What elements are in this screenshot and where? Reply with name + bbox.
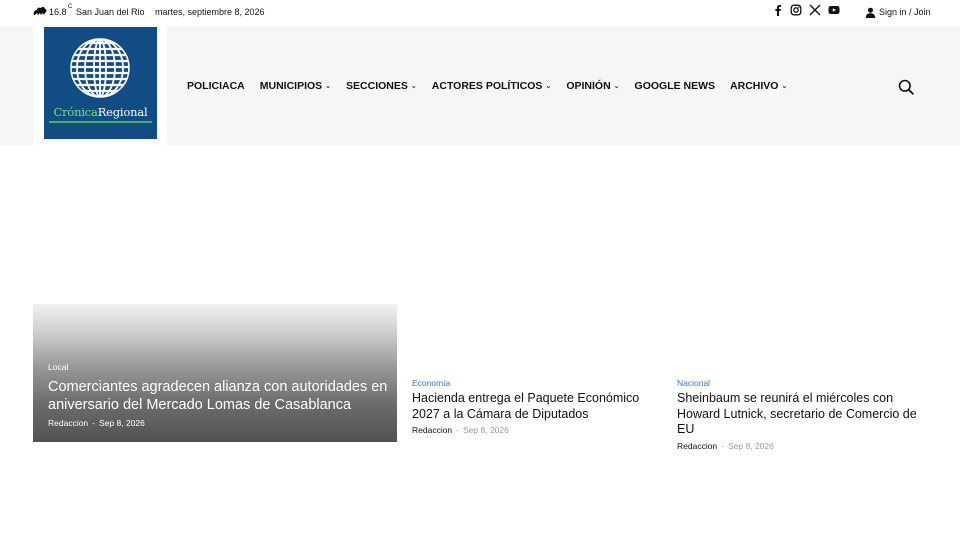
site-logo[interactable]: CrónicaRegional bbox=[44, 27, 157, 139]
site-header: CrónicaRegional POLICIACA MUNICIPIOS ⌄ SE… bbox=[0, 26, 960, 145]
logo-name-part1: Crónica bbox=[53, 105, 98, 119]
logo-name-part2: Regional bbox=[97, 105, 148, 119]
article-meta: Redaccion - Sep 8, 2026 bbox=[677, 441, 927, 451]
article-author[interactable]: Redaccion bbox=[412, 425, 452, 435]
article-meta: Redaccion - Sep 8, 2026 bbox=[48, 418, 145, 428]
nav-item-archivo[interactable]: ARCHIVO ⌄ bbox=[730, 80, 787, 92]
logo-link[interactable]: CrónicaRegional bbox=[33, 26, 167, 145]
nav-item-label: ARCHIVO bbox=[730, 80, 779, 92]
globe-icon bbox=[70, 38, 130, 98]
article-meta: Redaccion - Sep 8, 2026 bbox=[412, 425, 652, 435]
weather-icon bbox=[33, 6, 47, 15]
nav-item-label: GOOGLE NEWS bbox=[634, 80, 716, 92]
nav-item-label: ACTORES POLÍTICOS bbox=[431, 80, 543, 92]
chevron-down-icon: ⌄ bbox=[781, 83, 788, 90]
nav-item-municipios[interactable]: MUNICIPIOS ⌄ bbox=[260, 80, 331, 92]
nav-item-opinion[interactable]: OPINIÓN ⌄ bbox=[566, 80, 619, 92]
user-icon[interactable] bbox=[865, 7, 876, 18]
article-title[interactable]: Hacienda entrega el Paquete Económico 20… bbox=[412, 391, 652, 422]
meta-separator: - bbox=[456, 425, 460, 435]
main-nav: POLICIACA MUNICIPIOS ⌄ SECCIONES ⌄ ACTORES… bbox=[187, 79, 787, 93]
article-category[interactable]: Economía bbox=[412, 378, 652, 388]
city-name: San Juan del Rio bbox=[76, 7, 145, 17]
article-author[interactable]: Redaccion bbox=[677, 441, 717, 451]
featured-article[interactable]: Local Comerciantes agradecen alianza con… bbox=[33, 304, 397, 442]
nav-item-label: SECCIONES bbox=[346, 80, 408, 92]
article-card: Economía Hacienda entrega el Paquete Eco… bbox=[412, 378, 652, 435]
article-title[interactable]: Sheinbaum se reunirá el miércoles con Ho… bbox=[677, 391, 927, 438]
nav-item-label: OPINIÓN bbox=[566, 80, 611, 92]
chevron-down-icon: ⌄ bbox=[545, 83, 552, 90]
logo-tagline-stripe bbox=[49, 121, 152, 123]
youtube-icon[interactable] bbox=[828, 4, 840, 16]
chevron-down-icon: ⌄ bbox=[410, 83, 417, 90]
instagram-icon[interactable] bbox=[790, 4, 802, 16]
current-date: martes, septiembre 8, 2026 bbox=[155, 7, 265, 17]
facebook-icon[interactable] bbox=[772, 4, 784, 16]
nav-item-policiaca[interactable]: POLICIACA bbox=[187, 80, 245, 92]
meta-separator: - bbox=[721, 440, 725, 451]
article-title[interactable]: Comerciantes agradecen alianza con autor… bbox=[48, 378, 388, 414]
nav-item-actores-politicos[interactable]: ACTORES POLÍTICOS ⌄ bbox=[432, 80, 552, 92]
article-date: Sep 8, 2026 bbox=[463, 425, 509, 435]
temperature-unit: C bbox=[68, 4, 73, 10]
signin-link[interactable]: Sign in / Join bbox=[879, 7, 931, 17]
chevron-down-icon: ⌄ bbox=[325, 83, 332, 90]
article-category[interactable]: Nacional bbox=[677, 378, 927, 388]
article-date: Sep 8, 2026 bbox=[728, 440, 774, 451]
nav-item-google-news[interactable]: GOOGLE NEWS bbox=[635, 80, 716, 92]
temperature: 16.8 bbox=[49, 7, 67, 17]
article-author[interactable]: Redaccion bbox=[48, 418, 88, 428]
chevron-down-icon: ⌄ bbox=[613, 83, 620, 90]
nav-item-label: MUNICIPIOS bbox=[259, 80, 323, 92]
search-icon[interactable] bbox=[898, 79, 914, 95]
article-card: Nacional Sheinbaum se reunirá el miércol… bbox=[677, 378, 927, 451]
article-category[interactable]: Local bbox=[48, 362, 68, 372]
meta-separator: - bbox=[92, 418, 96, 428]
nav-item-secciones[interactable]: SECCIONES ⌄ bbox=[346, 80, 417, 92]
article-date: Sep 8, 2026 bbox=[99, 418, 145, 428]
top-bar: 16.8 C San Juan del Rio martes, septiemb… bbox=[0, 0, 960, 26]
nav-item-label: POLICIACA bbox=[187, 80, 245, 92]
logo-wordmark: CrónicaRegional bbox=[44, 105, 157, 119]
x-icon[interactable] bbox=[809, 4, 821, 16]
